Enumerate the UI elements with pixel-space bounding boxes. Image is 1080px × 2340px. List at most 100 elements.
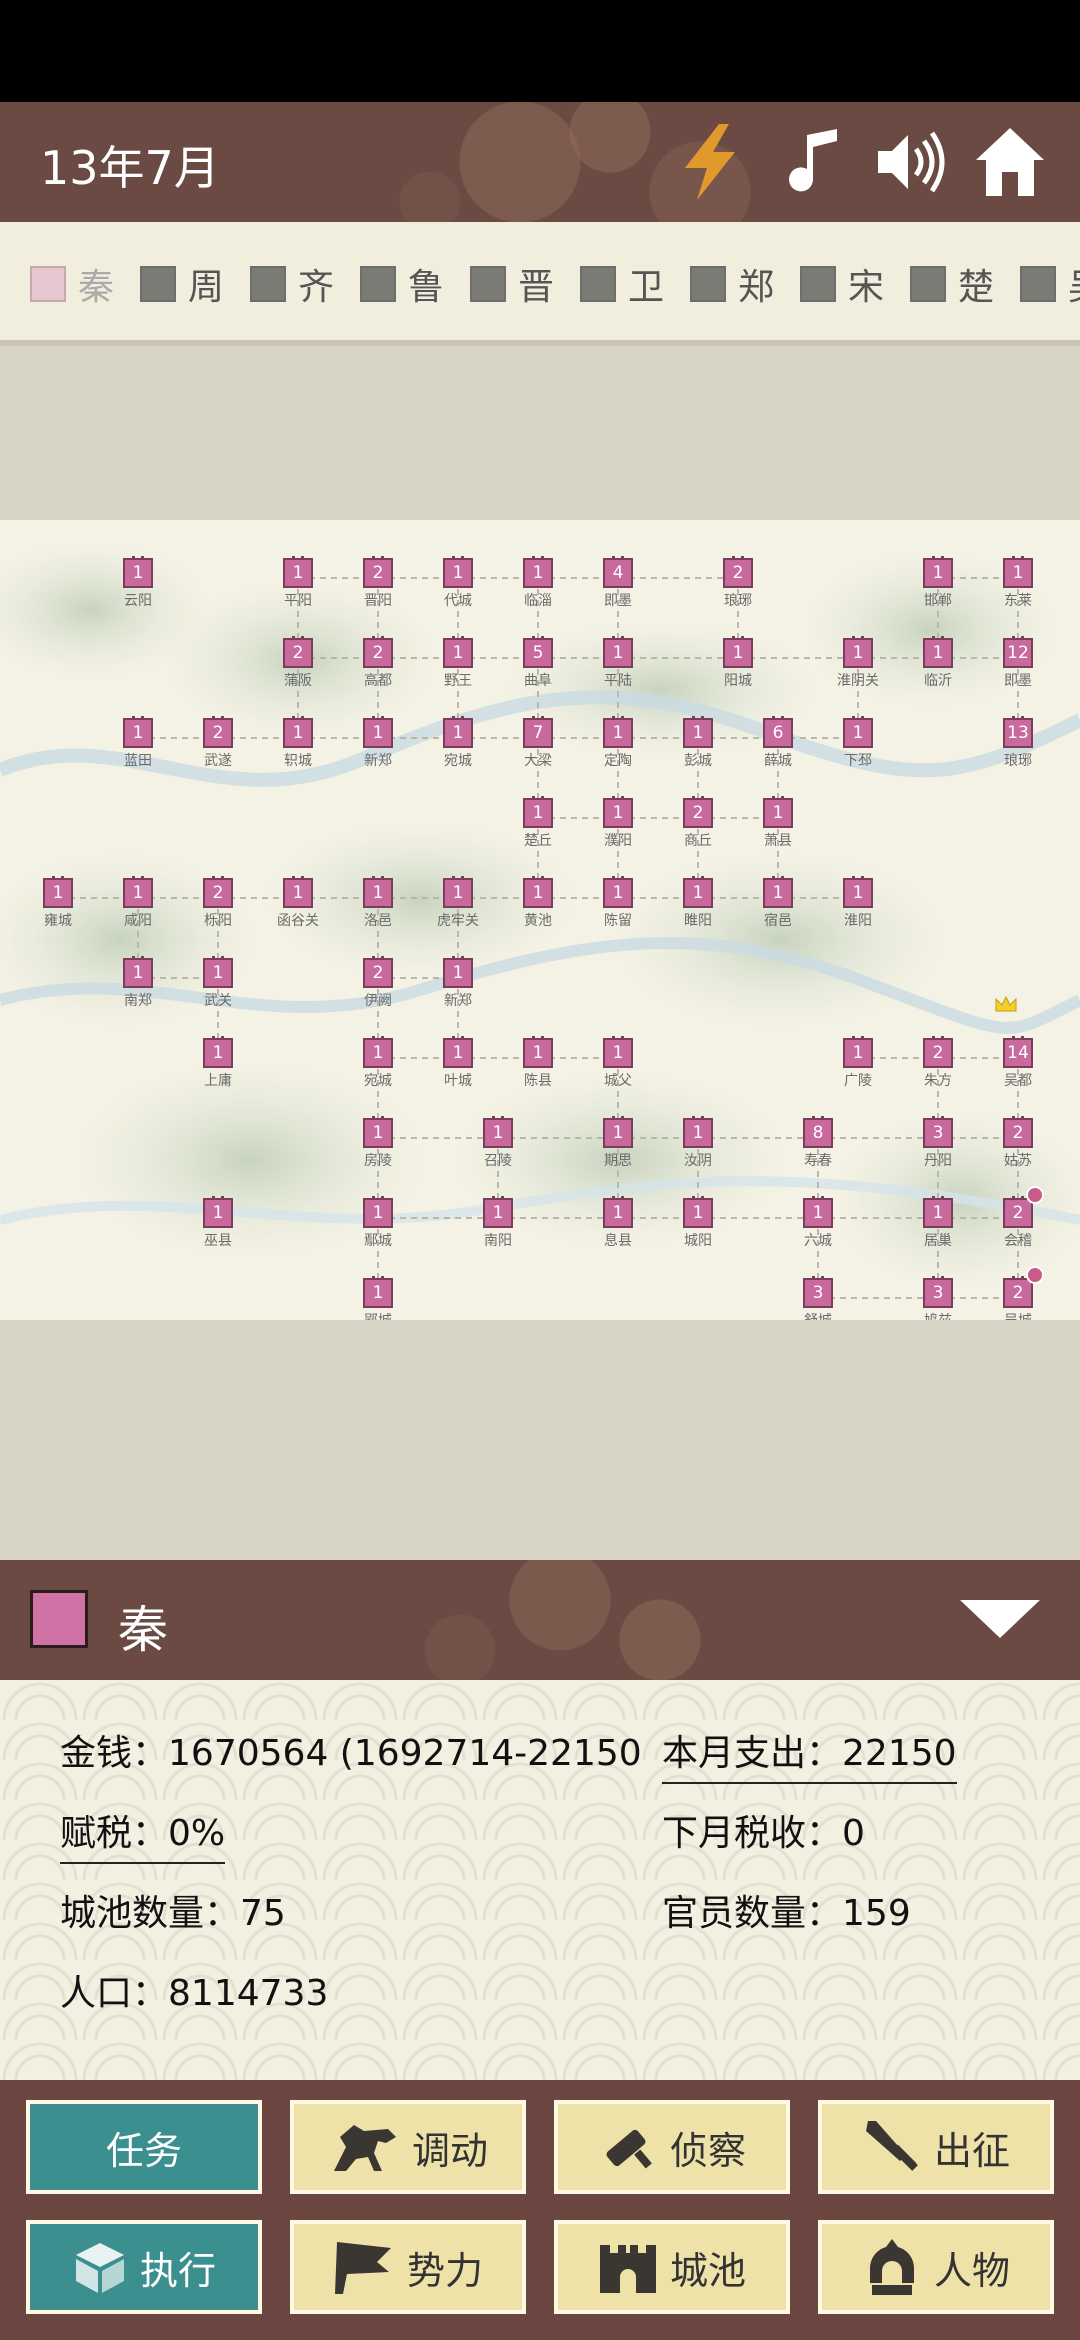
city-marker[interactable]: 1 房陵: [338, 1116, 418, 1188]
city-marker[interactable]: 1 汝阴: [658, 1116, 738, 1188]
city-marker[interactable]: 2 栎阳: [178, 876, 258, 948]
cities-button[interactable]: 城池: [551, 2217, 793, 2317]
execute-button[interactable]: 执行: [23, 2217, 265, 2317]
move-button[interactable]: 调动: [287, 2097, 529, 2197]
city-marker[interactable]: 2 晋阳: [338, 556, 418, 628]
city-marker[interactable]: 1 广陵: [818, 1036, 898, 1108]
city-marker[interactable]: 5 曲阜: [498, 636, 578, 708]
city-marker[interactable]: 1 函谷关: [258, 876, 338, 948]
faction-filter-item[interactable]: 郑: [690, 264, 774, 308]
task-button[interactable]: 任务: [23, 2097, 265, 2197]
faction-panel-header[interactable]: 秦: [0, 1560, 1080, 1680]
city-marker[interactable]: 1 六城: [778, 1196, 858, 1268]
city-marker[interactable]: 1 虎牢关: [418, 876, 498, 948]
city-marker[interactable]: 1 下邳: [818, 716, 898, 788]
city-marker[interactable]: 1 淮阴关: [818, 636, 898, 708]
power-button[interactable]: 势力: [287, 2217, 529, 2317]
expense-stat[interactable]: 本月支出：22150: [662, 1724, 957, 1784]
city-marker[interactable]: 1 召陵: [458, 1116, 538, 1188]
city-marker[interactable]: 1 新郑: [338, 716, 418, 788]
city-marker[interactable]: 1 蓝田: [98, 716, 178, 788]
faction-filter-item[interactable]: 秦: [30, 264, 114, 308]
city-marker[interactable]: 1 临淄: [498, 556, 578, 628]
city-marker[interactable]: 1 临沂: [898, 636, 978, 708]
city-marker[interactable]: 2 吴城: [978, 1276, 1058, 1320]
faction-filter-item[interactable]: 齐: [250, 264, 334, 308]
city-marker[interactable]: 2 琅琊: [698, 556, 778, 628]
city-marker[interactable]: 1 野王: [418, 636, 498, 708]
city-marker[interactable]: 2 姑苏: [978, 1116, 1058, 1188]
city-marker[interactable]: 1 东莱: [978, 556, 1058, 628]
faction-filter-item[interactable]: 卫: [580, 264, 664, 308]
city-marker[interactable]: 7 大梁: [498, 716, 578, 788]
faction-filter-item[interactable]: 晋: [470, 264, 554, 308]
tax-rate-stat[interactable]: 赋税：0%: [60, 1804, 226, 1864]
city-marker[interactable]: 1 代城: [418, 556, 498, 628]
city-marker[interactable]: 1 邯郸: [898, 556, 978, 628]
people-button[interactable]: 人物: [815, 2217, 1057, 2317]
campaign-button[interactable]: 出征: [815, 2097, 1057, 2197]
city-marker[interactable]: 1 郢城: [338, 1276, 418, 1320]
city-marker[interactable]: 6 薛城: [738, 716, 818, 788]
faction-filter-item[interactable]: 楚: [910, 264, 994, 308]
city-marker[interactable]: 1 鄢城: [338, 1196, 418, 1268]
city-marker[interactable]: 3 丹阳: [898, 1116, 978, 1188]
faction-filter-item[interactable]: 鲁: [360, 264, 444, 308]
city-marker[interactable]: 2 朱方: [898, 1036, 978, 1108]
city-marker[interactable]: 8 寿春: [778, 1116, 858, 1188]
faction-filter-item[interactable]: 周: [140, 264, 224, 308]
city-marker[interactable]: 2 会稽: [978, 1196, 1058, 1268]
city-marker[interactable]: 3 舒城: [778, 1276, 858, 1320]
city-marker[interactable]: 1 居巢: [898, 1196, 978, 1268]
city-marker[interactable]: 2 商丘: [658, 796, 738, 868]
city-marker[interactable]: 1 云阳: [98, 556, 178, 628]
city-marker[interactable]: 1 楚丘: [498, 796, 578, 868]
city-marker[interactable]: 1 轵城: [258, 716, 338, 788]
city-marker[interactable]: 2 蒲阪: [258, 636, 338, 708]
faction-filter-item[interactable]: 吴: [1020, 264, 1080, 308]
city-marker[interactable]: 2 高都: [338, 636, 418, 708]
city-marker[interactable]: 1 新郑: [418, 956, 498, 1028]
city-marker[interactable]: 1 平陆: [578, 636, 658, 708]
home-icon[interactable]: [968, 120, 1052, 204]
speaker-icon[interactable]: [868, 120, 952, 204]
city-marker[interactable]: 1 淮阳: [818, 876, 898, 948]
city-marker[interactable]: 1 平阳: [258, 556, 338, 628]
chevron-down-icon[interactable]: [960, 1600, 1040, 1638]
city-marker[interactable]: 1 黄池: [498, 876, 578, 948]
city-marker[interactable]: 1 睢阳: [658, 876, 738, 948]
world-map[interactable]: 1 云阳 1 平阳 2 晋阳 1 代城 1 临淄 4 即墨 2 琅琊 1 邯郸 1 东莱 2 蒲阪 2 高都 1 野王 5 曲阜 1…: [0, 520, 1080, 1320]
city-marker[interactable]: 1 期思: [578, 1116, 658, 1188]
city-marker[interactable]: 1 南阳: [458, 1196, 538, 1268]
lightning-icon[interactable]: [668, 120, 752, 204]
city-marker[interactable]: 1 濮阳: [578, 796, 658, 868]
city-marker[interactable]: 1 城阳: [658, 1196, 738, 1268]
city-marker[interactable]: 4 即墨: [578, 556, 658, 628]
city-marker[interactable]: 1 息县: [578, 1196, 658, 1268]
city-marker[interactable]: 1 巫县: [178, 1196, 258, 1268]
city-marker[interactable]: 1 洛邑: [338, 876, 418, 948]
city-marker[interactable]: 2 武遂: [178, 716, 258, 788]
city-marker[interactable]: 1 宛城: [418, 716, 498, 788]
city-marker[interactable]: 1 萧县: [738, 796, 818, 868]
faction-filter-item[interactable]: 宋: [800, 264, 884, 308]
city-marker[interactable]: 14 吴都: [978, 1036, 1058, 1108]
city-marker[interactable]: 12 即墨: [978, 636, 1058, 708]
city-marker[interactable]: 13 琅琊: [978, 716, 1058, 788]
music-icon[interactable]: [772, 120, 856, 204]
city-marker[interactable]: 1 城父: [578, 1036, 658, 1108]
city-marker[interactable]: 1 陈县: [498, 1036, 578, 1108]
city-marker[interactable]: 1 雍城: [18, 876, 98, 948]
scout-button[interactable]: 侦察: [551, 2097, 793, 2197]
city-marker[interactable]: 1 宛城: [338, 1036, 418, 1108]
city-marker[interactable]: 1 上庸: [178, 1036, 258, 1108]
city-marker[interactable]: 2 伊阙: [338, 956, 418, 1028]
city-marker[interactable]: 1 定陶: [578, 716, 658, 788]
city-marker[interactable]: 3 鸠兹: [898, 1276, 978, 1320]
city-marker[interactable]: 1 咸阳: [98, 876, 178, 948]
city-marker[interactable]: 1 叶城: [418, 1036, 498, 1108]
city-marker[interactable]: 1 南郑: [98, 956, 178, 1028]
city-marker[interactable]: 1 彭城: [658, 716, 738, 788]
city-marker[interactable]: 1 宿邑: [738, 876, 818, 948]
city-marker[interactable]: 1 陈留: [578, 876, 658, 948]
